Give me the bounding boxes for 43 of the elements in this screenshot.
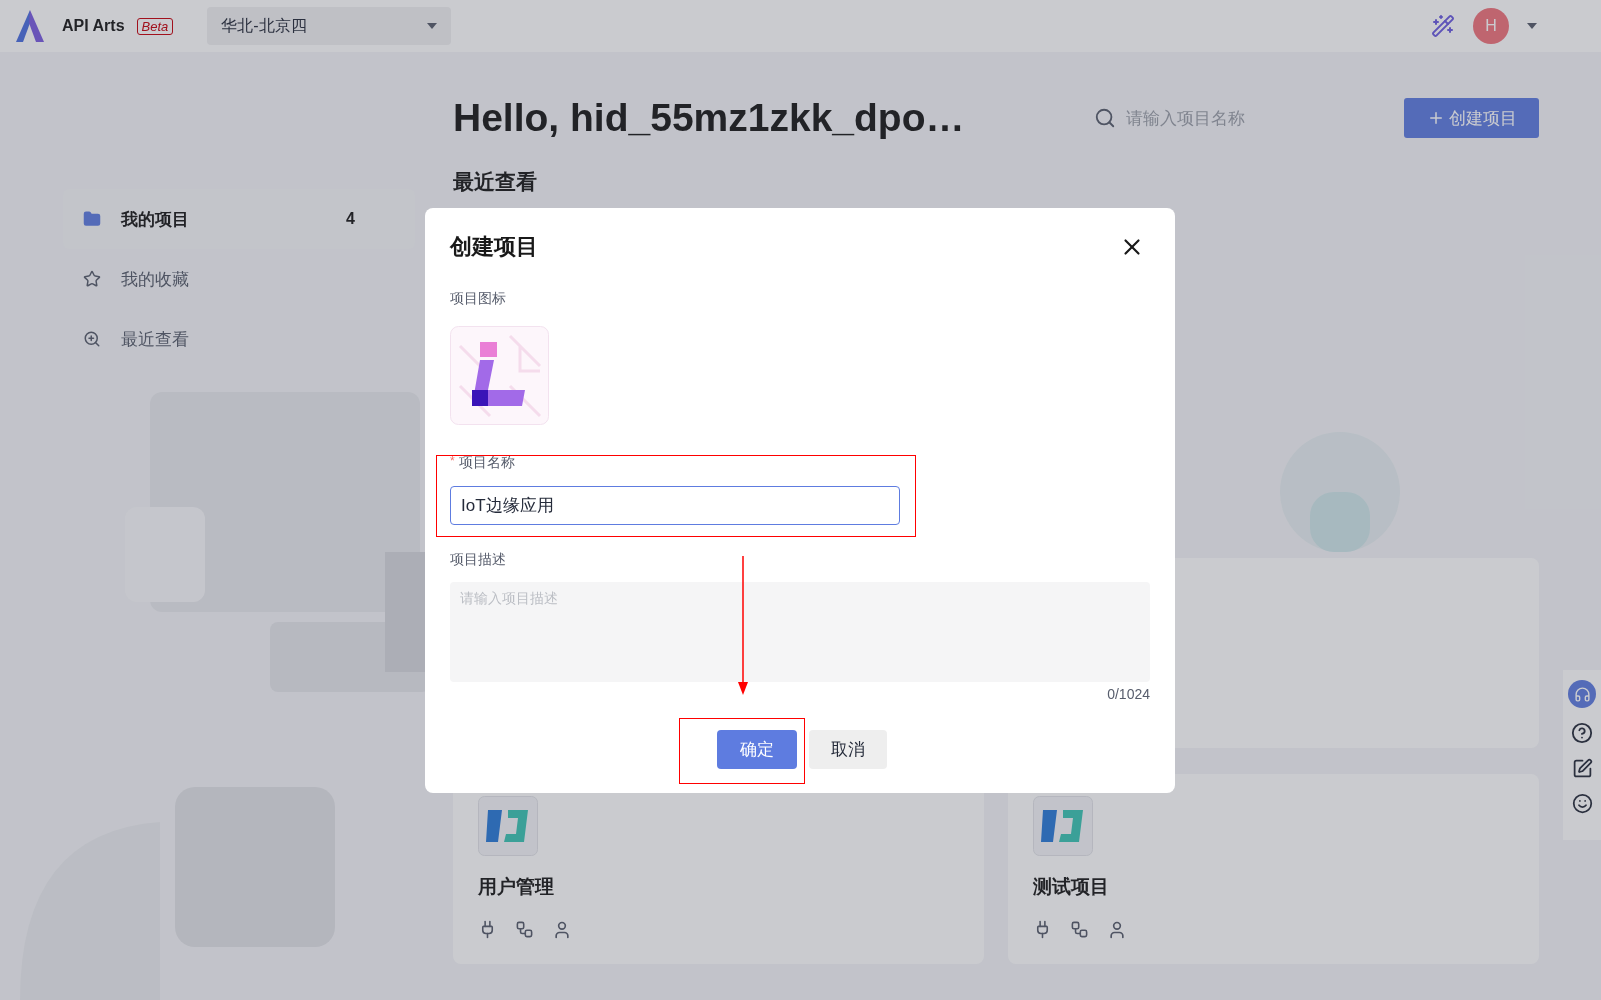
smile-icon[interactable] xyxy=(1571,793,1593,814)
description-field[interactable]: 请输入项目描述 xyxy=(450,582,1150,682)
zoom-in-icon xyxy=(83,330,101,348)
field-label: 项目名称 xyxy=(458,454,515,472)
required-mark: * xyxy=(450,454,455,470)
logo-icon xyxy=(14,9,46,43)
cancel-button[interactable]: 取消 xyxy=(809,730,887,769)
dialog-title: 创建项目 xyxy=(450,233,538,261)
sidebar-label: 我的收藏 xyxy=(121,268,189,291)
user-icon[interactable] xyxy=(1107,920,1127,940)
caret-icon[interactable] xyxy=(1527,23,1537,29)
search-icon xyxy=(1094,107,1116,129)
sidebar-label: 我的项目 xyxy=(121,208,189,231)
project-name-input[interactable]: IoT边缘应用 xyxy=(450,486,900,525)
flow-icon[interactable] xyxy=(515,920,534,939)
help-icon[interactable] xyxy=(1571,722,1593,744)
flow-icon[interactable] xyxy=(1070,920,1089,939)
section-title: 最近查看 xyxy=(453,169,538,195)
folder-icon xyxy=(83,210,101,228)
item-count: 4 xyxy=(346,210,355,228)
sidebar-item[interactable]: 最近查看 xyxy=(63,309,415,369)
edit-note-icon[interactable] xyxy=(1571,758,1593,779)
project-name: 用户管理 xyxy=(478,875,555,899)
sidebar-item[interactable]: 我的收藏 xyxy=(63,249,415,309)
project-card[interactable]: 测试项目 xyxy=(1008,774,1539,964)
magic-wand-icon[interactable] xyxy=(1431,14,1455,38)
beta-badge: Beta xyxy=(136,17,174,35)
region-select[interactable]: 华北-北京四 xyxy=(207,7,452,45)
field-label: 项目图标 xyxy=(450,290,507,308)
app-name: API Arts xyxy=(62,17,125,35)
project-icon[interactable] xyxy=(450,326,549,425)
project-logo-icon xyxy=(478,796,538,856)
project-logo-icon xyxy=(1033,796,1093,856)
star-icon xyxy=(83,270,101,288)
headset-icon[interactable] xyxy=(1568,680,1596,708)
user-icon[interactable] xyxy=(552,920,572,940)
sidebar-label: 最近查看 xyxy=(121,328,189,351)
confirm-button[interactable]: 确定 xyxy=(717,730,797,769)
field-label: 项目描述 xyxy=(450,551,506,569)
project-name: 测试项目 xyxy=(1033,875,1110,899)
char-counter: 0/1024 xyxy=(1107,686,1150,702)
greeting-title: Hello, hid_55mz1zkk_dpo… xyxy=(453,96,965,140)
caret-icon xyxy=(427,23,438,29)
